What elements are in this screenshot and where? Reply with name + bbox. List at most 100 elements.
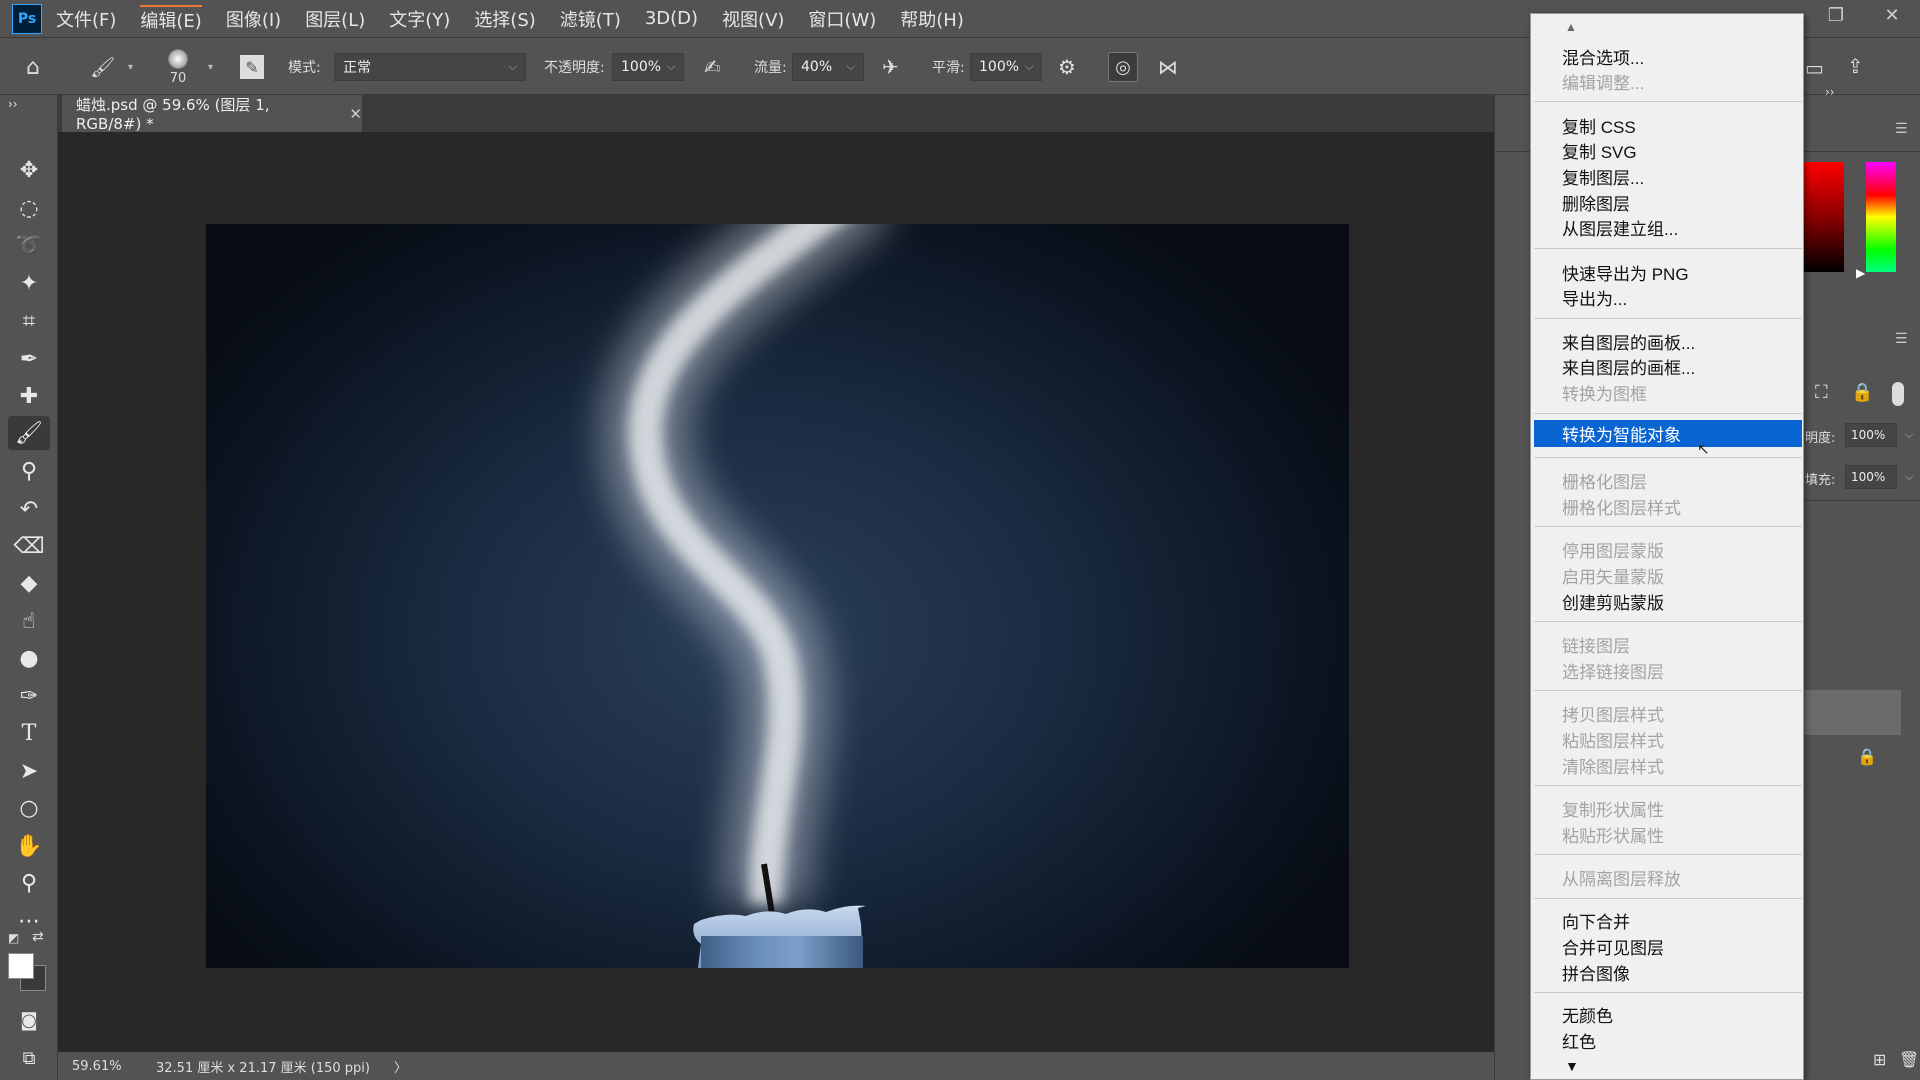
menu-item-duplicate-layer[interactable]: 复制图层... xyxy=(1562,164,1644,189)
chevron-down-icon[interactable]: ▾ xyxy=(208,38,213,96)
menu-item-delete-layer[interactable]: 删除图层 xyxy=(1562,190,1630,215)
chevron-down-icon[interactable]: ⌵ xyxy=(1905,470,1913,484)
menu-item-export-as[interactable]: 导出为... xyxy=(1562,285,1627,310)
close-icon[interactable]: ✕ xyxy=(1864,0,1920,30)
menu-item-copy-css[interactable]: 复制 CSS xyxy=(1562,113,1636,138)
trash-icon[interactable]: 🗑 xyxy=(1899,1050,1919,1069)
pen-icon[interactable]: ✑ xyxy=(8,679,50,713)
lasso-icon[interactable]: ➰ xyxy=(8,228,50,262)
ellipse-shape-icon[interactable]: ○ xyxy=(8,791,50,825)
menu-filter[interactable]: 滤镜(T) xyxy=(560,6,621,32)
hue-slider[interactable] xyxy=(1866,162,1896,272)
swap-colors-icon[interactable]: ⇄ xyxy=(32,929,44,945)
menu-separator xyxy=(1534,898,1802,899)
hue-slider-handle-icon[interactable]: ▶ xyxy=(1856,266,1865,280)
clone-stamp-icon[interactable]: ⚲ xyxy=(8,454,50,488)
paint-bucket-icon[interactable]: ◆ xyxy=(8,566,50,600)
hand-icon[interactable]: ✋ xyxy=(8,829,50,863)
new-layer-icon[interactable]: ⊞ xyxy=(1873,1050,1886,1069)
menu-file[interactable]: 文件(F) xyxy=(56,6,116,32)
candle-photo[interactable] xyxy=(206,224,1349,968)
crop-icon[interactable]: ⌗ xyxy=(8,304,50,338)
menu-item-blending-options[interactable]: 混合选项... xyxy=(1562,44,1644,69)
menu-item-quick-export-png[interactable]: 快速导出为 PNG xyxy=(1562,260,1689,285)
menu-image[interactable]: 图像(I) xyxy=(226,6,281,32)
eyedropper-icon[interactable]: ✒ xyxy=(8,342,50,376)
panel-menu-icon[interactable]: ☰ xyxy=(1895,331,1908,347)
menu-view[interactable]: 视图(V) xyxy=(722,6,784,32)
chevron-down-icon[interactable]: ⌵ xyxy=(1025,60,1033,74)
pressure-opacity-icon[interactable]: ✍ xyxy=(704,38,721,96)
zoom-level[interactable]: 59.61% xyxy=(72,1059,138,1074)
chevron-down-icon[interactable]: ⌵ xyxy=(847,60,855,74)
scroll-up-arrow-icon[interactable]: ▲ xyxy=(1565,20,1577,34)
menu-window[interactable]: 窗口(W) xyxy=(808,6,876,32)
healing-brush-icon[interactable]: ✚ xyxy=(8,379,50,413)
brush-tool-icon[interactable]: 🖌 xyxy=(8,416,50,450)
menu-item-merge-down[interactable]: 向下合并 xyxy=(1562,908,1630,933)
menu-layer[interactable]: 图层(L) xyxy=(305,6,365,32)
layer-fill-input[interactable]: 100% xyxy=(1845,465,1897,489)
mode-select[interactable]: 正常 ⌵ xyxy=(334,53,526,81)
gear-icon[interactable]: ⚙ xyxy=(1058,38,1076,96)
flow-input[interactable]: 40% ⌵ xyxy=(792,53,864,81)
move-tool-icon[interactable]: ✥ xyxy=(8,153,50,187)
menu-item-no-color[interactable]: 无颜色 xyxy=(1562,1002,1613,1027)
symmetry-butterfly-icon[interactable]: ⋈ xyxy=(1158,38,1178,96)
share-icon[interactable]: ⇪ xyxy=(1847,54,1864,78)
menu-help[interactable]: 帮助(H) xyxy=(900,6,964,32)
selected-layer-row[interactable] xyxy=(1801,690,1901,735)
pressure-size-icon[interactable]: ◎ xyxy=(1108,38,1138,96)
quick-mask-icon[interactable]: ◙ xyxy=(8,1003,50,1037)
layer-opacity-input[interactable]: 100% xyxy=(1845,423,1897,447)
magic-wand-icon[interactable]: ✦ xyxy=(8,266,50,300)
collapse-panel-icon[interactable]: ›› xyxy=(8,97,50,111)
menu-item-frame-from-layers[interactable]: 来自图层的画框... xyxy=(1562,354,1695,379)
airbrush-icon[interactable]: ✈ xyxy=(882,38,899,96)
menu-item-flatten-image[interactable]: 拼合图像 xyxy=(1562,960,1630,985)
menu-item-create-clipping-mask[interactable]: 创建剪贴蒙版 xyxy=(1562,589,1664,614)
opacity-input[interactable]: 100% ⌵ xyxy=(612,53,684,81)
brush-settings-panel-icon[interactable]: ✎ xyxy=(240,38,264,96)
eraser-icon[interactable]: ⌫ xyxy=(8,529,50,563)
collapse-panels-icon[interactable]: ›› xyxy=(1825,85,1835,99)
menu-item-merge-visible[interactable]: 合并可见图层 xyxy=(1562,934,1664,959)
type-tool-icon[interactable]: T xyxy=(8,716,50,750)
close-icon[interactable]: ✕ xyxy=(349,105,362,123)
path-selection-icon[interactable]: ➤ xyxy=(8,754,50,788)
home-icon[interactable]: ⌂ xyxy=(26,38,40,96)
menu-item-artboard-from-layers[interactable]: 来自图层的画板... xyxy=(1562,329,1695,354)
menu-item-red[interactable]: 红色 xyxy=(1562,1028,1596,1053)
color-picker-field[interactable] xyxy=(1804,162,1844,272)
scroll-down-arrow-icon[interactable]: ▼ xyxy=(1565,1058,1579,1074)
ellipse-marquee-icon[interactable]: ◌ xyxy=(8,191,50,225)
zoom-icon[interactable]: ⚲ xyxy=(8,866,50,900)
menu-type[interactable]: 文字(Y) xyxy=(389,6,450,32)
smudge-icon[interactable]: ☝ xyxy=(8,604,50,638)
lock-all-icon[interactable]: 🔒 xyxy=(1851,382,1873,403)
panel-menu-icon[interactable]: ☰ xyxy=(1895,121,1908,137)
menu-item-group-from-layers[interactable]: 从图层建立组... xyxy=(1562,215,1678,240)
chevron-down-icon[interactable]: ▾ xyxy=(128,38,133,96)
brush-size-picker[interactable]: 70 xyxy=(168,38,188,96)
workspace-icon[interactable]: ▭ xyxy=(1805,56,1824,80)
smoothing-input[interactable]: 100% ⌵ xyxy=(970,53,1042,81)
document-tab[interactable]: 蜡烛.psd @ 59.6% (图层 1, RGB/8#) * ✕ xyxy=(62,95,362,133)
chevron-down-icon[interactable]: ⌵ xyxy=(667,60,675,74)
lock-toggle[interactable] xyxy=(1892,382,1904,406)
history-brush-icon[interactable]: ↶ xyxy=(8,492,50,526)
screen-mode-icon[interactable]: ⧉ xyxy=(8,1041,50,1075)
default-colors-icon[interactable]: ◩ xyxy=(8,931,19,945)
brush-tool-preset-icon[interactable]: 🖌 xyxy=(90,38,115,96)
artboard-lock-icon[interactable]: ⛶ xyxy=(1815,382,1828,403)
status-more-arrow[interactable]: 〉 xyxy=(394,1057,407,1076)
menu-3d[interactable]: 3D(D) xyxy=(645,8,698,29)
restore-icon[interactable]: ❐ xyxy=(1808,0,1864,30)
dodge-icon[interactable]: ● xyxy=(8,641,50,675)
menu-edit[interactable]: 编辑(E) xyxy=(140,4,202,33)
menu-item-convert-to-smart-object[interactable]: 转换为智能对象 xyxy=(1534,420,1802,447)
chevron-down-icon[interactable]: ⌵ xyxy=(1905,428,1913,442)
foreground-color-swatch[interactable] xyxy=(8,953,34,979)
menu-select[interactable]: 选择(S) xyxy=(474,6,535,32)
menu-item-copy-svg[interactable]: 复制 SVG xyxy=(1562,138,1637,163)
